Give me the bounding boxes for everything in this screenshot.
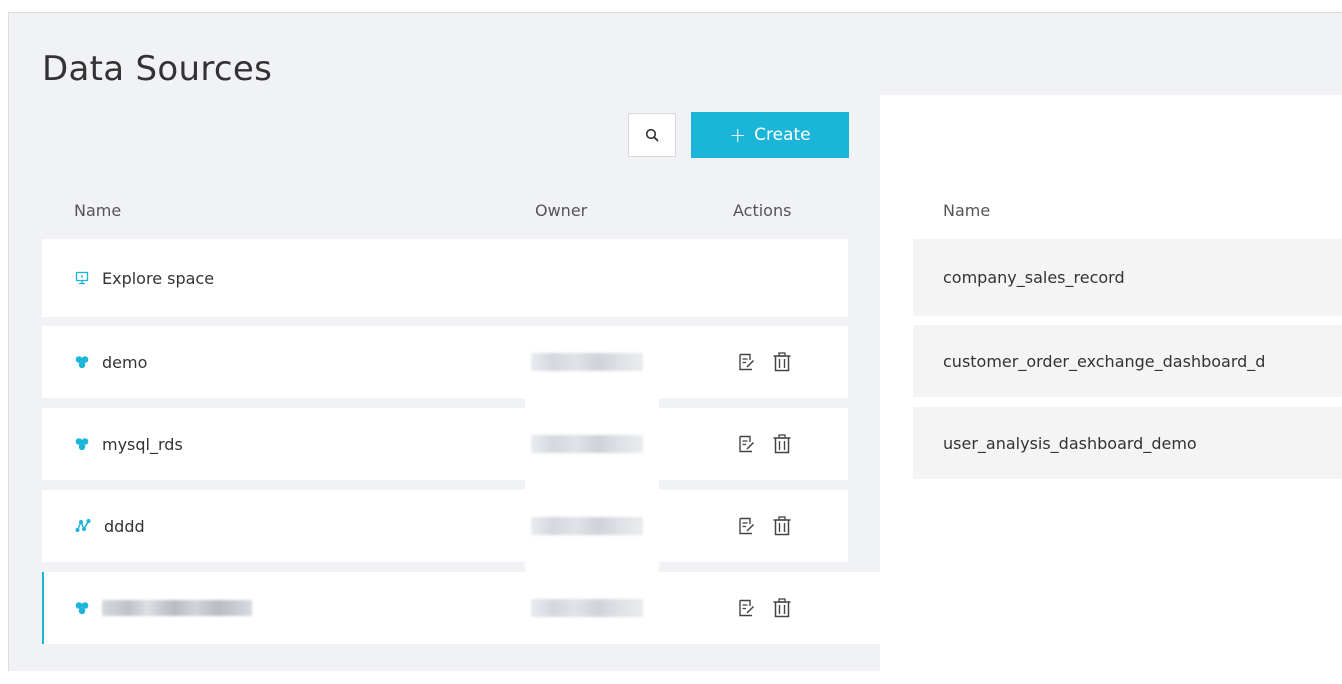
column-header-owner: Owner <box>535 201 588 220</box>
data-sources-page: Data Sources + Create Name Owner Actions <box>8 12 1342 684</box>
row-name[interactable]: mysql_rds <box>102 435 183 454</box>
table-row-active[interactable] <box>42 572 880 644</box>
edit-icon[interactable] <box>738 599 756 617</box>
monitor-icon <box>75 271 89 285</box>
row-name-blurred[interactable] <box>102 600 252 616</box>
detail-item-label: user_analysis_dashboard_demo <box>943 433 1197 453</box>
detail-item-label: company_sales_record <box>943 268 1125 287</box>
row-name[interactable]: Explore space <box>102 269 214 288</box>
detail-item-label: customer_order_exchange_dashboard_d <box>943 351 1266 371</box>
page-title: Data Sources <box>42 49 273 89</box>
column-header-name: Name <box>74 201 122 220</box>
row-name[interactable]: dddd <box>104 517 145 536</box>
delete-icon[interactable] <box>772 598 792 618</box>
table-row-explore-space[interactable]: Explore space <box>42 239 848 317</box>
detail-list-item[interactable]: customer_order_exchange_dashboard_d <box>913 325 1342 397</box>
active-row-indicator <box>42 572 44 644</box>
owner-name-blurred <box>531 517 643 535</box>
owner-name-blurred <box>531 353 643 371</box>
detail-panel: Name company_sales_record customer_order… <box>880 95 1342 684</box>
owner-name-blurred <box>531 435 643 453</box>
edit-icon[interactable] <box>738 517 756 535</box>
search-button[interactable] <box>628 113 676 157</box>
cluster-icon <box>75 437 89 451</box>
detail-list-item[interactable]: company_sales_record <box>913 239 1342 316</box>
detail-list-item[interactable]: user_analysis_dashboard_demo <box>913 407 1342 479</box>
owner-name-blurred <box>531 599 643 617</box>
cluster-icon <box>75 601 89 615</box>
edit-icon[interactable] <box>738 353 756 371</box>
row-name[interactable]: demo <box>102 353 147 372</box>
plus-icon: + <box>729 123 747 147</box>
delete-icon[interactable] <box>772 516 792 536</box>
detail-column-header-name: Name <box>943 201 991 220</box>
column-header-actions: Actions <box>733 201 792 220</box>
graph-icon <box>75 519 91 533</box>
edit-icon[interactable] <box>738 435 756 453</box>
table-row-demo[interactable]: demo <box>42 326 848 398</box>
delete-icon[interactable] <box>772 352 792 372</box>
search-icon <box>645 128 659 142</box>
cluster-icon <box>75 355 89 369</box>
table-row-mysql-rds[interactable]: mysql_rds <box>42 408 848 480</box>
delete-icon[interactable] <box>772 434 792 454</box>
table-row-dddd[interactable]: dddd <box>42 490 848 562</box>
create-button[interactable]: + Create <box>691 112 849 158</box>
create-button-label: Create <box>754 125 811 145</box>
